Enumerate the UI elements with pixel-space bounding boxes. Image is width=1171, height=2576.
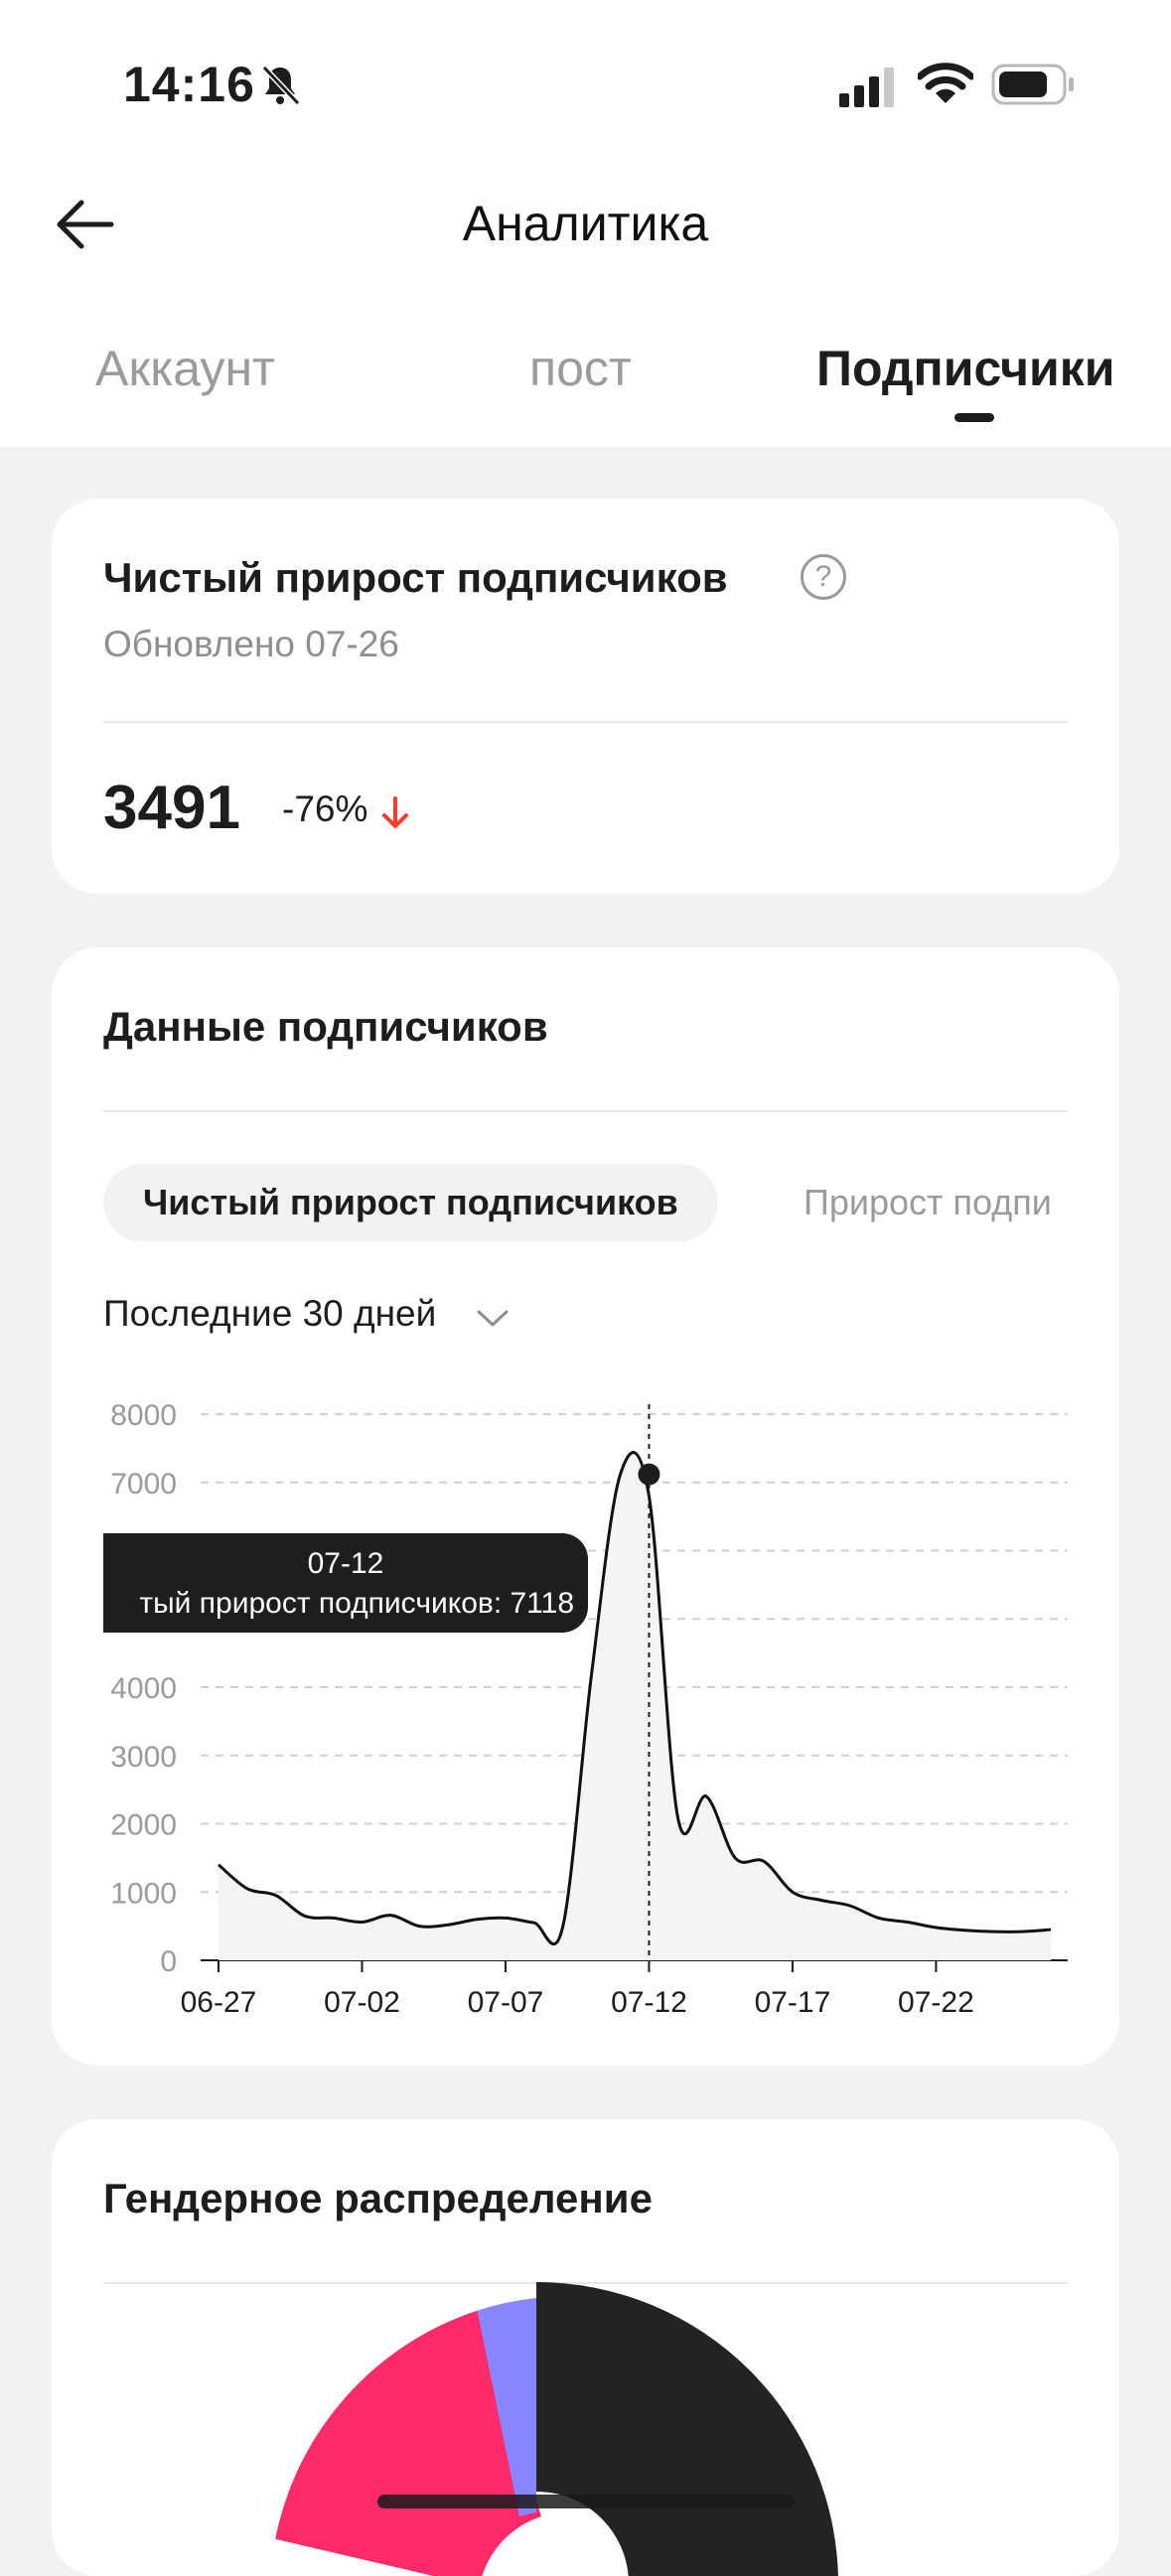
- x-tick-label: 07-12: [611, 1986, 687, 2019]
- x-tick-label: 06-27: [181, 1986, 257, 2019]
- wifi-icon: [918, 63, 973, 103]
- series-area: [219, 1452, 1051, 1960]
- donut-male-segment: [536, 2282, 838, 2576]
- y-tick-label: 0: [160, 1945, 177, 1978]
- divider: [103, 721, 1068, 723]
- y-tick-label: 4000: [110, 1672, 177, 1705]
- summary-card: Чистый прирост подписчиков ? Обновлено 0…: [52, 499, 1119, 894]
- x-tick-label: 07-07: [468, 1986, 544, 2019]
- tab-followers[interactable]: Подписчики: [816, 340, 1115, 397]
- y-tick-label: 7000: [110, 1468, 177, 1501]
- tooltip-value: тый прирост подписчиков: 7118: [139, 1587, 574, 1620]
- y-tick-label: 2000: [110, 1809, 177, 1842]
- tab-post[interactable]: пост: [529, 340, 632, 397]
- updated-date: Обновлено 07-26: [103, 624, 399, 664]
- summary-title: Чистый прирост подписчиков: [103, 554, 728, 601]
- page-title: Аналитика: [462, 196, 709, 251]
- header-area: 14:16 Аналитика Аккаунт пост Подписчики: [0, 0, 1171, 447]
- change-percent: -76%: [282, 788, 368, 829]
- status-time: 14:16: [123, 57, 255, 112]
- tab-active-indicator: [954, 413, 994, 422]
- tooltip-date: 07-12: [307, 1547, 384, 1580]
- battery-icon: [991, 64, 1074, 105]
- y-tick-label: 1000: [110, 1877, 177, 1910]
- cellular-signal-icon: [839, 68, 894, 107]
- home-indicator: [377, 2495, 795, 2508]
- x-tick-label: 07-02: [324, 1986, 400, 2019]
- x-tick-label: 07-22: [898, 1986, 974, 2019]
- y-tick-label: 8000: [110, 1399, 177, 1432]
- highlight-point: [638, 1463, 660, 1486]
- arrow-down-icon: [382, 796, 408, 828]
- net-growth-value: 3491: [103, 774, 240, 842]
- follower-data-card: Данные подписчиков Чистый прирост подпис…: [52, 947, 1119, 2066]
- net-growth-chart: 01000200030004000500060007000800006-2707…: [110, 1399, 1068, 2019]
- chart-tooltip: 07-12 тый прирост подписчиков: 7118: [103, 1533, 588, 1633]
- bell-off-icon: [261, 65, 301, 106]
- help-icon[interactable]: ?: [801, 554, 846, 600]
- y-tick-label: 3000: [110, 1741, 177, 1774]
- x-tick-label: 07-17: [755, 1986, 831, 2019]
- tab-account[interactable]: Аккаунт: [95, 340, 275, 397]
